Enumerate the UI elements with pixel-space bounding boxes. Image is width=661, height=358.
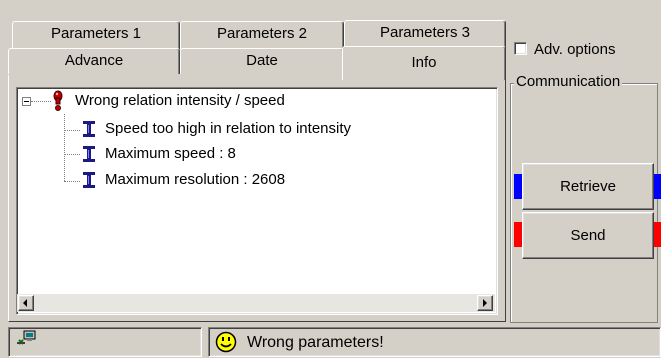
- send-indicator-right: [654, 222, 661, 247]
- i-beam-icon: [83, 146, 95, 162]
- tab-parameters-1[interactable]: Parameters 1: [12, 21, 180, 49]
- tree-content: Wrong relation intensity / speed Speed t…: [17, 88, 495, 294]
- tab-label: Info: [411, 54, 437, 71]
- tree-node-label: Maximum speed : 8: [105, 145, 236, 162]
- arrow-right-icon: [483, 299, 487, 307]
- tab-parameters-2[interactable]: Parameters 2: [180, 21, 344, 49]
- tree-connector: [64, 130, 80, 131]
- network-computer-icon: [17, 330, 36, 345]
- tree-connector: [64, 114, 65, 181]
- retrieve-button-label: Retrieve: [560, 178, 616, 195]
- tab-info[interactable]: Info: [342, 46, 506, 80]
- tab-label: Advance: [64, 52, 124, 69]
- adv-options-checkbox[interactable]: Adv. options: [514, 40, 654, 60]
- adv-options-label: Adv. options: [534, 41, 616, 58]
- tree-connector: [64, 181, 80, 182]
- tab-label: Date: [246, 52, 278, 69]
- arrow-left-icon: [23, 299, 27, 307]
- send-indicator-left: [514, 222, 522, 247]
- send-button[interactable]: Send: [522, 212, 654, 259]
- status-message: Wrong parameters!: [247, 334, 384, 351]
- tree-node-label: Maximum resolution : 2608: [105, 171, 286, 188]
- i-beam-icon: [83, 172, 95, 188]
- scroll-left-button[interactable]: [18, 295, 34, 311]
- tab-parameters-3[interactable]: Parameters 3: [344, 20, 506, 49]
- i-beam-icon: [83, 121, 95, 137]
- tab-label: Parameters 3: [379, 24, 471, 41]
- tree-node-label: Wrong relation intensity / speed: [75, 92, 285, 109]
- exclamation-icon: [53, 90, 63, 111]
- horizontal-scrollbar[interactable]: [17, 294, 495, 312]
- tab-date[interactable]: Date: [180, 48, 344, 74]
- tree-connector: [31, 101, 51, 102]
- tab-label: Parameters 2: [216, 25, 308, 42]
- scroll-right-button[interactable]: [477, 295, 493, 311]
- smiley-icon: [215, 331, 237, 353]
- retrieve-indicator-left: [514, 174, 522, 199]
- status-panel-message: Wrong parameters!: [208, 327, 661, 357]
- tab-label: Parameters 1: [50, 25, 142, 42]
- communication-group-label: Communication: [514, 72, 623, 92]
- tree-node-label: Speed too high in relation to intensity: [105, 120, 351, 137]
- tab-advance[interactable]: Advance: [8, 48, 180, 74]
- status-panel-left: [8, 327, 202, 357]
- retrieve-indicator-right: [654, 174, 661, 199]
- tree-view[interactable]: Wrong relation intensity / speed Speed t…: [16, 87, 498, 315]
- tree-connector: [64, 154, 80, 155]
- status-bar: Wrong parameters!: [0, 324, 661, 358]
- collapse-toggle-icon[interactable]: [22, 97, 31, 106]
- retrieve-button[interactable]: Retrieve: [522, 163, 654, 210]
- send-button-label: Send: [570, 227, 606, 244]
- checkbox-box[interactable]: [514, 42, 527, 55]
